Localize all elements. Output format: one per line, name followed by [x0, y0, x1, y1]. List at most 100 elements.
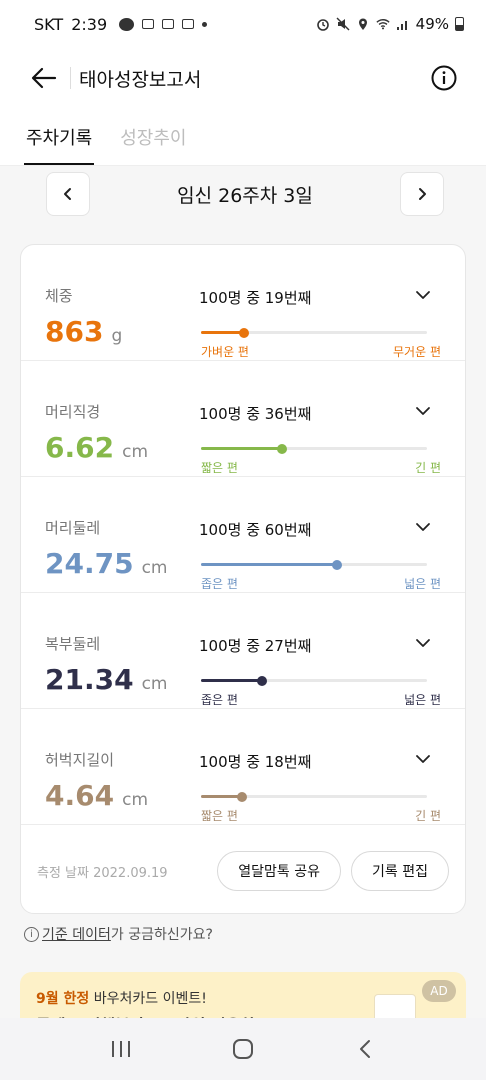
- talk-icon: [119, 17, 135, 31]
- edit-record-button[interactable]: 기록 편집: [351, 851, 449, 891]
- scale-right-label: 넓은 편: [404, 693, 441, 707]
- info-icon: [431, 65, 457, 91]
- back-nav-button[interactable]: [345, 1029, 385, 1069]
- scale-left-label: 가벼운 편: [201, 345, 249, 359]
- home-icon: [233, 1039, 253, 1059]
- scale-left-label: 짧은 편: [201, 809, 238, 823]
- metric-label: 머리둘레: [45, 519, 101, 537]
- card-footer: 측정 날짜 2022.09.19 열달맘톡 공유 기록 편집: [21, 829, 465, 913]
- alarm-icon: [316, 19, 329, 31]
- metric-value: 4.64 cm: [45, 779, 148, 812]
- metric-row[interactable]: 허벅지길이 4.64 cm 100명 중 18번째짧은 편 긴 편: [21, 709, 465, 825]
- metric-rank: 100명 중 36번째: [199, 405, 312, 423]
- percentile-track: [201, 675, 427, 686]
- tab-growth-trend[interactable]: 성장추이: [118, 108, 188, 165]
- percentile-track: [201, 559, 427, 570]
- status-left: SKT 2:39: [34, 14, 208, 34]
- page-title: 태아성장보고서: [79, 68, 202, 91]
- expand-button[interactable]: [413, 517, 433, 537]
- expand-button[interactable]: [413, 749, 433, 769]
- metric-label: 머리직경: [45, 403, 101, 421]
- reference-suffix: 가 궁금하신가요?: [110, 927, 213, 943]
- metric-rank: 100명 중 27번째: [199, 637, 312, 655]
- percentile-fill: [201, 331, 244, 334]
- percentile-fill: [201, 563, 337, 566]
- carrier-label: SKT: [34, 14, 64, 34]
- header-divider: [70, 67, 71, 89]
- reference-data-line: i 기준 데이터 가 궁금하신가요?: [24, 924, 213, 944]
- metric-rank: 100명 중 60번째: [199, 521, 312, 539]
- percentile-fill: [201, 795, 242, 798]
- metric-number: 6.62: [45, 431, 115, 464]
- status-right: 49%: [316, 15, 464, 33]
- system-nav-bar: [0, 1018, 486, 1080]
- metric-row[interactable]: 머리직경 6.62 cm 100명 중 36번째짧은 편 긴 편: [21, 361, 465, 477]
- percentile-track: [201, 791, 427, 802]
- status-bar: SKT 2:39 49%: [0, 0, 486, 48]
- location-icon: [358, 18, 367, 30]
- chevron-down-icon: [416, 407, 430, 415]
- ad-headline-rest: 바우처카드 이벤트!: [89, 991, 207, 1007]
- prev-week-button[interactable]: [46, 172, 90, 216]
- clock: 2:39: [71, 14, 108, 34]
- back-button[interactable]: [20, 54, 68, 102]
- metric-label: 허벅지길이: [45, 751, 115, 769]
- percentile-marker: [331, 559, 342, 570]
- metric-row[interactable]: 체중 863 g 100명 중 19번째가벼운 편 무거운 편: [21, 245, 465, 361]
- metric-number: 4.64: [45, 779, 115, 812]
- chevron-down-icon: [416, 755, 430, 763]
- recent-apps-button[interactable]: [101, 1029, 141, 1069]
- percentile-fill: [201, 447, 283, 450]
- growth-report-card: 체중 863 g 100명 중 19번째가벼운 편 무거운 편머리직경 6.62 cm 100…: [20, 244, 466, 914]
- dot-icon: [202, 21, 208, 27]
- battery-percent: 49%: [415, 15, 449, 33]
- share-button[interactable]: 열달맘톡 공유: [217, 851, 342, 891]
- mute-icon: [336, 17, 350, 31]
- ad-highlight: 9월 한정: [36, 991, 90, 1007]
- next-week-button[interactable]: [400, 172, 444, 216]
- scale-right-label: 긴 편: [415, 461, 441, 475]
- window-icon: [162, 19, 175, 29]
- metric-label: 복부둘레: [45, 635, 101, 653]
- chevron-down-icon: [416, 523, 430, 531]
- window-icon: [182, 19, 195, 29]
- metric-number: 863: [45, 315, 104, 348]
- percentile-marker: [257, 675, 268, 686]
- percentile-marker: [238, 327, 249, 338]
- expand-button[interactable]: [413, 633, 433, 653]
- metric-unit: cm: [122, 442, 149, 462]
- info-button[interactable]: [430, 64, 458, 92]
- scale-right-label: 넓은 편: [404, 577, 441, 591]
- expand-button[interactable]: [413, 401, 433, 421]
- tab-bar: 주차기록 성장추이: [0, 108, 486, 166]
- metric-value: 6.62 cm: [45, 431, 148, 464]
- tab-weekly-record[interactable]: 주차기록: [24, 108, 95, 165]
- scale-right-label: 긴 편: [415, 809, 441, 823]
- recents-icon: [112, 1041, 130, 1057]
- metric-unit: g: [111, 326, 123, 346]
- app-header: 태아성장보고서: [0, 48, 486, 108]
- info-small-icon: i: [24, 926, 39, 942]
- metric-unit: cm: [141, 558, 168, 578]
- week-label: 임신 26주차 3일: [177, 184, 313, 207]
- scale-left-label: 좁은 편: [201, 577, 238, 591]
- metric-number: 21.34: [45, 663, 134, 696]
- scale-right-label: 무거운 편: [393, 345, 441, 359]
- metric-row[interactable]: 머리둘레 24.75 cm 100명 중 60번째좁은 편 넓은 편: [21, 477, 465, 593]
- percentile-marker: [277, 443, 288, 454]
- metric-rank: 100명 중 19번째: [199, 289, 312, 307]
- percentile-fill: [201, 679, 263, 682]
- chevron-left-icon: [64, 188, 71, 200]
- signal-icon: [396, 21, 407, 30]
- home-button[interactable]: [223, 1029, 263, 1069]
- expand-button[interactable]: [413, 285, 433, 305]
- metric-rank: 100명 중 18번째: [199, 753, 312, 771]
- scale-left-label: 짧은 편: [201, 461, 238, 475]
- metric-label: 체중: [45, 287, 73, 305]
- metric-list: 체중 863 g 100명 중 19번째가벼운 편 무거운 편머리직경 6.62 cm 100…: [21, 245, 465, 825]
- reference-data-link[interactable]: 기준 데이터: [42, 924, 111, 944]
- chevron-down-icon: [416, 291, 430, 299]
- metric-row[interactable]: 복부둘레 21.34 cm 100명 중 27번째 좁은 편 넓은 편: [21, 593, 465, 709]
- chevron-down-icon: [416, 639, 430, 647]
- metric-number: 24.75: [45, 547, 134, 580]
